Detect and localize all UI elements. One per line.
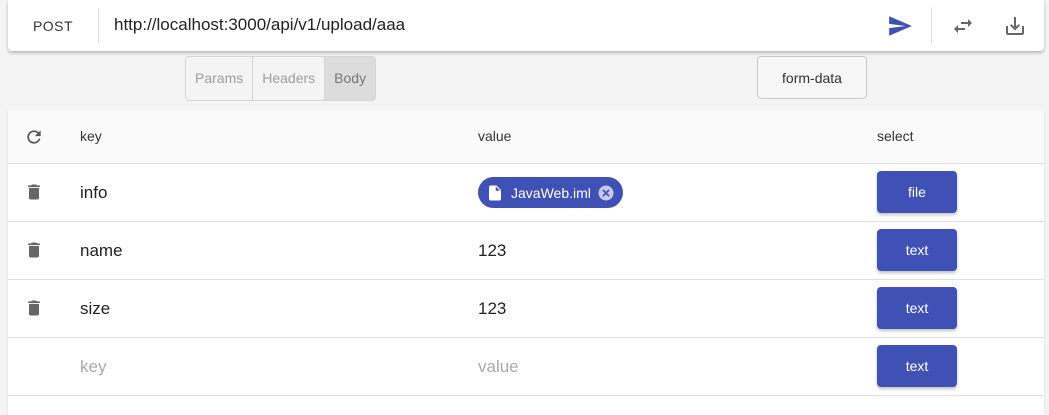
swap-icon [954,19,972,33]
swap-button[interactable] [947,10,979,42]
send-button[interactable] [884,10,916,42]
request-tabs: Params Headers Body [185,56,377,101]
column-header-value: value [478,128,512,144]
tab-params[interactable]: Params [186,57,254,100]
table-row: size 123 text [8,280,1044,338]
new-value-input[interactable]: value [478,338,519,395]
row-key[interactable]: name [80,222,123,279]
refresh-icon[interactable] [24,127,44,147]
remove-file-icon[interactable] [597,184,615,202]
download-icon [1006,17,1024,35]
row-key[interactable]: size [80,280,110,337]
row-value[interactable]: 123 [478,222,506,279]
row-key[interactable]: info [80,164,107,221]
type-select-button[interactable]: text [877,287,957,329]
body-type-button[interactable]: form-data [757,56,867,99]
url-bar: POST [8,0,1044,51]
type-select-button[interactable]: text [877,229,957,271]
form-data-table: key value select info JavaWeb.iml file n… [8,110,1044,415]
table-row: name 123 text [8,222,1044,280]
file-chip: JavaWeb.iml [478,177,623,208]
delete-icon[interactable] [24,240,44,260]
download-button[interactable] [999,10,1031,42]
divider [98,8,99,43]
divider [931,7,932,43]
row-value[interactable]: 123 [478,280,506,337]
tab-headers[interactable]: Headers [253,57,326,100]
file-icon [489,185,501,200]
table-row: info JavaWeb.iml file [8,164,1044,222]
column-header-select: select [877,128,914,144]
column-header-key: key [80,128,102,144]
file-name: JavaWeb.iml [511,184,591,201]
delete-icon[interactable] [24,182,44,202]
delete-icon[interactable] [24,298,44,318]
new-key-input[interactable]: key [80,338,106,395]
new-table-row: key value text [8,338,1044,396]
table-header: key value select [8,110,1044,164]
method-selector[interactable]: POST [8,0,98,51]
type-select-button[interactable]: text [877,345,957,387]
send-icon [889,16,912,36]
url-input[interactable] [114,12,854,38]
type-select-button[interactable]: file [877,171,957,213]
tab-body[interactable]: Body [325,57,376,100]
